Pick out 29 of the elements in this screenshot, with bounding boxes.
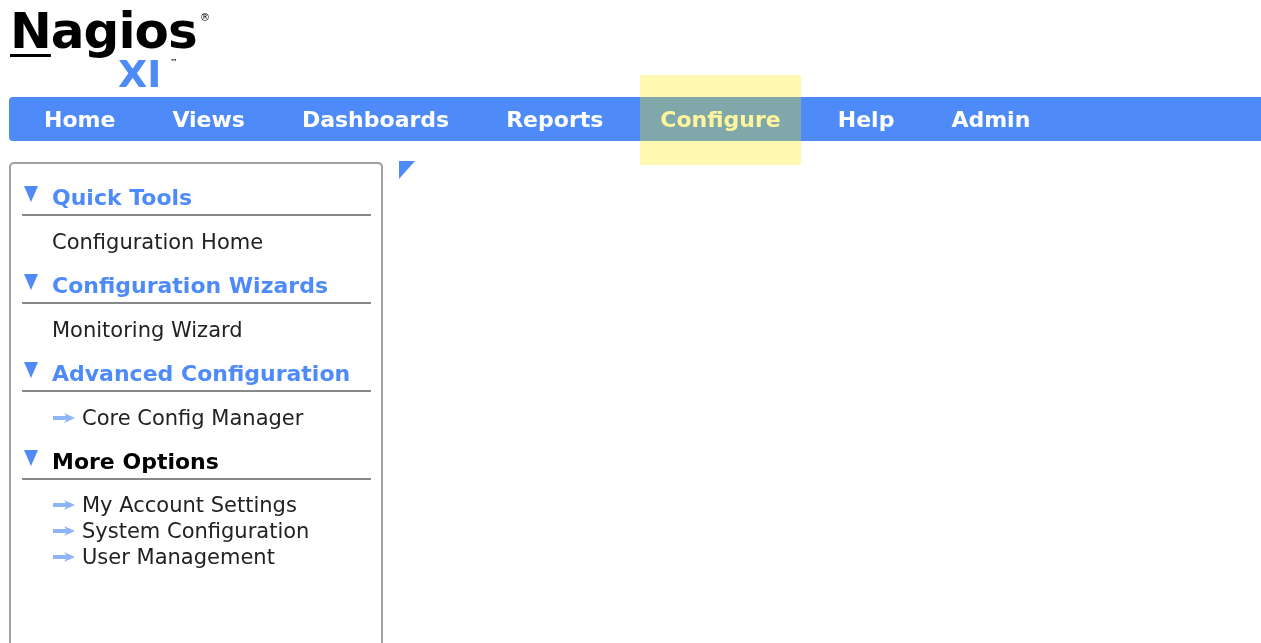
nav-tab[interactable]: Reports [486, 97, 624, 141]
section-title[interactable]: Configuration Wizards [52, 273, 328, 298]
corner-triangle-icon [399, 161, 415, 179]
nav-tab[interactable]: Home [24, 97, 136, 141]
nav-tab[interactable]: Configure [640, 97, 801, 141]
expand-triangle-icon[interactable] [24, 185, 38, 202]
nav-tab[interactable]: Admin [931, 97, 1051, 141]
menu-link[interactable]: User Management [82, 545, 275, 569]
registered-mark: ® [200, 12, 210, 24]
menu-link[interactable]: Core Config Manager [82, 406, 304, 430]
logo-product: XI [118, 54, 162, 94]
nav-tab[interactable]: Dashboards [281, 97, 470, 141]
expand-triangle-icon[interactable] [24, 449, 38, 466]
section-title[interactable]: Quick Tools [52, 185, 193, 210]
menu-link[interactable]: Monitoring Wizard [52, 318, 243, 342]
section-title: More Options [52, 449, 219, 474]
expand-triangle-icon[interactable] [24, 361, 38, 378]
arrow-icon [52, 552, 76, 562]
arrow-icon [52, 500, 76, 510]
menu-link[interactable]: Configuration Home [52, 230, 264, 254]
arrow-icon [52, 413, 76, 423]
arrow-icon [52, 526, 76, 536]
section-title[interactable]: Advanced Configuration [52, 361, 351, 386]
nav-tab[interactable]: Views [152, 97, 265, 141]
nav-tab[interactable]: Help [817, 97, 915, 141]
expand-triangle-icon[interactable] [24, 273, 38, 290]
menu-link[interactable]: My Account Settings [82, 493, 297, 517]
trademark-mark: ™ [170, 58, 178, 68]
menu-link[interactable]: System Configuration [82, 519, 310, 543]
